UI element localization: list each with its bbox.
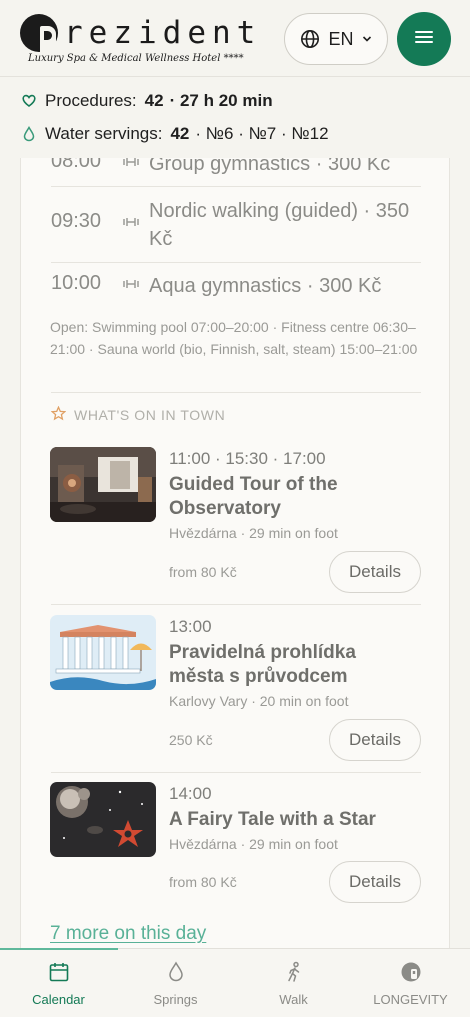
bottom-nav: Calendar Springs Walk LONGEVITY [0, 948, 470, 1017]
water-servings-stat: Water servings: 42 · №6 · №7 · №12 [22, 124, 329, 144]
event-card[interactable]: 13:00 Pravidelná prohlídka města s průvo… [50, 615, 422, 761]
event-title: Guided Tour of the Observatory [169, 474, 338, 519]
logo-wordmark: rezident [64, 15, 262, 51]
procedures-label: Procedures: [45, 91, 137, 110]
section-title-text: WHAT'S ON IN TOWN [74, 407, 226, 423]
hotel-logo[interactable]: rezident Luxury Spa & Medical Wellness H… [20, 12, 255, 66]
walking-person-icon [284, 961, 304, 986]
event-card[interactable]: 11:00 · 15:30 · 17:00 Guided Tour of the… [50, 447, 422, 593]
logo-mark [20, 14, 58, 54]
event-time: 11:00 · 15:30 · 17:00 [169, 449, 326, 468]
event-price: from 80 Kč [169, 874, 237, 890]
day-schedule-card: 08:00 Group gymnastics · 300 Kč 09:30 No… [20, 158, 450, 958]
logo-tagline: Luxury Spa & Medical Wellness Hotel **** [28, 53, 244, 64]
details-button[interactable]: Details [329, 861, 421, 903]
water-springs-list: · №6 · №7 · №12 [195, 124, 329, 143]
schedule-time: 08:00 [51, 158, 102, 172]
divider [51, 392, 421, 393]
event-time: 13:00 [169, 617, 212, 636]
chevron-down-icon [362, 35, 372, 43]
nav-label: Springs [153, 991, 198, 1007]
event-location: Hvězdárna · 29 min on foot [169, 836, 338, 852]
opening-hours: Open: Swimming pool 07:00–20:00 · Fitnes… [50, 319, 418, 357]
water-drop-icon [166, 960, 186, 986]
heart-icon [22, 93, 36, 109]
schedule-time: 09:30 [51, 210, 102, 232]
schedule-item[interactable]: 08:00 Group gymnastics · 300 Kč [51, 158, 421, 178]
whats-on-heading: WHAT'S ON IN TOWN [50, 405, 226, 424]
event-title: A Fairy Tale with a Star [169, 809, 376, 830]
nav-calendar[interactable]: Calendar [0, 949, 117, 1017]
event-location: Karlovy Vary · 20 min on foot [169, 693, 349, 709]
daily-stats: Procedures: 42 · 27 h 20 min Water servi… [0, 78, 470, 160]
more-events-link[interactable]: 7 more on this day [50, 923, 206, 945]
divider [51, 186, 421, 187]
schedule-item[interactable]: 10:00 Aqua gymnastics · 300 Kč [51, 272, 421, 300]
schedule-title: Aqua gymnastics · 300 Kč [149, 275, 382, 297]
details-button[interactable]: Details [329, 719, 421, 761]
water-servings-label: Water servings: [45, 124, 163, 143]
divider [51, 604, 421, 605]
event-location: Hvězdárna · 29 min on foot [169, 525, 338, 541]
language-selector[interactable]: EN [284, 13, 388, 65]
dumbbell-icon [123, 272, 149, 300]
nav-walk[interactable]: Walk [235, 949, 352, 1017]
event-time: 14:00 [169, 784, 212, 803]
dumbbell-icon [123, 197, 149, 253]
event-thumbnail [50, 782, 156, 857]
calendar-icon [48, 961, 70, 986]
nav-label: LONGEVITY [373, 991, 448, 1007]
schedule-title: Nordic walking (guided) · 350 Kč [149, 200, 410, 250]
schedule-title: Group gymnastics · 300 Kč [149, 158, 391, 175]
schedule-time: 10:00 [51, 272, 102, 294]
procedures-stat: Procedures: 42 · 27 h 20 min [22, 91, 273, 111]
nav-label: Walk [279, 991, 308, 1007]
event-card[interactable]: 14:00 A Fairy Tale with a Star Hvězdárna… [50, 782, 422, 912]
water-servings-count: 42 [170, 124, 190, 143]
event-price: from 80 Kč [169, 564, 237, 580]
divider [51, 772, 421, 773]
details-button[interactable]: Details [329, 551, 421, 593]
event-thumbnail [50, 447, 156, 522]
prezident-logo-icon [400, 961, 422, 986]
star-icon [50, 405, 67, 424]
divider [51, 262, 421, 263]
event-title: Pravidelná prohlídka města s průvodcem [169, 642, 356, 687]
water-drop-icon [22, 125, 36, 142]
language-code: EN [328, 28, 354, 49]
nav-label: Calendar [32, 991, 85, 1007]
procedures-duration: · 27 h 20 min [169, 91, 273, 110]
nav-longevity[interactable]: LONGEVITY [352, 949, 469, 1017]
schedule-item[interactable]: 09:30 Nordic walking (guided) · 350 Kč [51, 197, 421, 253]
procedures-count: 42 [144, 91, 164, 110]
nav-springs[interactable]: Springs [117, 949, 234, 1017]
app-header: rezident Luxury Spa & Medical Wellness H… [0, 0, 470, 77]
event-price: 250 Kč [169, 732, 213, 748]
event-thumbnail [50, 615, 156, 690]
dumbbell-icon [123, 158, 149, 178]
menu-button[interactable] [397, 12, 451, 66]
globe-icon [300, 29, 320, 49]
hamburger-menu-icon [414, 29, 434, 50]
